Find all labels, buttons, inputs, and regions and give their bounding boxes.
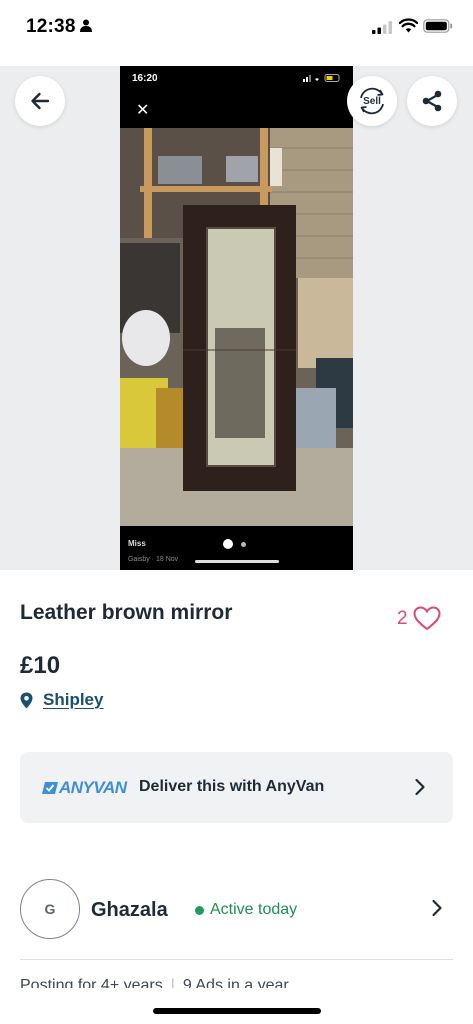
seller-posting-duration: Posting for 4+ years xyxy=(20,977,163,988)
signal-icon xyxy=(372,21,392,34)
stats-separator: | xyxy=(170,977,175,988)
seller-name: Ghazala xyxy=(91,899,168,921)
photo-gallery[interactable]: 16:20 ✕ Miss Gaisby · 18 Nov xyxy=(0,66,473,570)
favorite-count: 2 xyxy=(397,607,408,629)
status-bar: 12:38 xyxy=(0,0,473,58)
anyvan-delivery-card[interactable]: ANYVAN Deliver this with AnyVan xyxy=(20,752,453,823)
anyvan-delivery-text: Deliver this with AnyVan xyxy=(139,778,325,795)
page-dot[interactable] xyxy=(241,542,246,547)
divider xyxy=(20,959,453,960)
sell-label: Sell xyxy=(363,95,381,107)
photo-footer: Miss Gaisby · 18 Nov xyxy=(120,526,353,570)
photo-status-strip: 16:20 ✕ xyxy=(120,66,353,128)
favorite-button[interactable]: 2 xyxy=(397,606,441,631)
listing-price: £10 xyxy=(20,652,61,679)
photo-close-icon: ✕ xyxy=(136,102,150,119)
photo-sub-label: Gaisby · 18 Nov xyxy=(128,556,179,563)
anyvan-mark-icon xyxy=(42,782,58,794)
share-button[interactable] xyxy=(407,76,457,126)
chevron-right-icon xyxy=(415,778,425,796)
status-time: 12:38 xyxy=(26,16,76,37)
photo-user-label: Miss xyxy=(128,539,146,548)
avatar[interactable]: G xyxy=(20,879,80,939)
listing-photo[interactable]: 16:20 ✕ Miss Gaisby · 18 Nov xyxy=(120,66,353,570)
seller-stats: Posting for 4+ years | 9 Ads in a year xyxy=(20,977,289,988)
back-button[interactable] xyxy=(15,76,65,126)
heart-icon xyxy=(413,606,441,631)
seller-row[interactable]: G Ghazala Active today xyxy=(20,879,453,941)
chevron-right-icon xyxy=(432,899,442,917)
home-indicator xyxy=(153,1008,321,1014)
mirror-photo-scene xyxy=(120,128,353,526)
location[interactable]: Shipley xyxy=(20,690,103,710)
seller-ads-count: 9 Ads in a year xyxy=(182,977,289,988)
active-status-text: Active today xyxy=(210,901,298,918)
sell-button[interactable]: Sell xyxy=(347,76,397,126)
arrow-left-icon xyxy=(31,92,50,110)
photo-screenshot-time: 16:20 xyxy=(132,73,158,84)
active-status-dot xyxy=(195,906,204,915)
photo-status-icons xyxy=(303,74,340,82)
anyvan-logo: ANYVAN xyxy=(42,778,127,798)
share-icon xyxy=(422,90,442,112)
page-dot-active[interactable] xyxy=(223,539,233,549)
anyvan-logo-text: ANYVAN xyxy=(59,778,127,797)
wifi-icon xyxy=(399,18,418,33)
location-link[interactable]: Shipley xyxy=(43,690,103,710)
battery-icon xyxy=(423,19,453,33)
person-icon xyxy=(80,19,92,32)
location-pin-icon xyxy=(20,692,33,708)
listing-title: Leather brown mirror xyxy=(20,601,233,624)
photo-home-bar xyxy=(195,560,279,563)
